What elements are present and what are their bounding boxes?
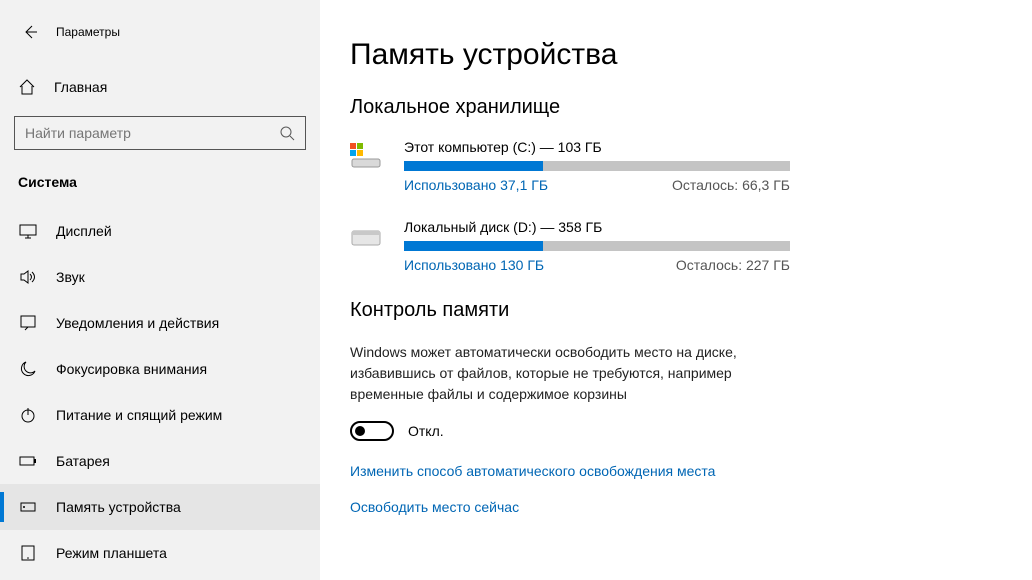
- sense-toggle-row: Откл.: [350, 421, 790, 441]
- main-content: Память устройства Локальное хранилище Эт…: [320, 0, 1032, 580]
- nav-label: Звук: [56, 269, 85, 285]
- arrow-left-icon: [22, 24, 38, 40]
- nav-label: Батарея: [56, 453, 110, 469]
- drive-c[interactable]: Этот компьютер (C:) — 103 ГБ Использован…: [350, 139, 790, 193]
- nav-label: Питание и спящий режим: [56, 407, 222, 423]
- nav-label: Фокусировка внимания: [56, 361, 207, 377]
- nav-notifications[interactable]: Уведомления и действия: [0, 300, 320, 346]
- drive-d-bar-fill: [404, 241, 543, 251]
- sense-toggle-label: Откл.: [408, 423, 444, 439]
- nav-label: Дисплей: [56, 223, 112, 239]
- home-label: Главная: [54, 79, 107, 95]
- section-heading: Система: [0, 170, 320, 208]
- sense-description: Windows может автоматически освободить м…: [350, 342, 790, 405]
- back-button[interactable]: [14, 16, 46, 48]
- nav-tablet[interactable]: Режим планшета: [0, 530, 320, 576]
- search-box[interactable]: [14, 116, 306, 150]
- drive-d-icon: [350, 219, 390, 273]
- drive-c-bar: [404, 161, 790, 171]
- search-icon: [279, 125, 295, 141]
- drive-c-icon: [350, 139, 390, 193]
- nav-sound[interactable]: Звук: [0, 254, 320, 300]
- drive-c-bar-fill: [404, 161, 543, 171]
- storage-icon: [18, 498, 38, 516]
- drive-d-free: Осталось: 227 ГБ: [676, 257, 790, 273]
- nav-power[interactable]: Питание и спящий режим: [0, 392, 320, 438]
- nav-display[interactable]: Дисплей: [0, 208, 320, 254]
- display-icon: [18, 222, 38, 240]
- nav-storage[interactable]: Память устройства: [0, 484, 320, 530]
- drive-c-used: Использовано 37,1 ГБ: [404, 177, 548, 193]
- home-icon: [18, 78, 36, 96]
- home-nav[interactable]: Главная: [0, 68, 320, 110]
- battery-icon: [18, 452, 38, 470]
- sound-icon: [18, 268, 38, 286]
- titlebar: Параметры: [0, 10, 320, 68]
- tablet-icon: [18, 544, 38, 562]
- window-title: Параметры: [56, 25, 120, 39]
- notifications-icon: [18, 314, 38, 332]
- page-title: Память устройства: [350, 38, 790, 72]
- nav-battery[interactable]: Батарея: [0, 438, 320, 484]
- sidebar: Параметры Главная Система Дисплей Звук У…: [0, 0, 320, 580]
- nav-label: Память устройства: [56, 499, 181, 515]
- link-free-now[interactable]: Освободить место сейчас: [350, 499, 790, 515]
- focus-icon: [18, 360, 38, 378]
- drive-c-title: Этот компьютер (C:) — 103 ГБ: [404, 139, 790, 155]
- drive-d-title: Локальный диск (D:) — 358 ГБ: [404, 219, 790, 235]
- search-input[interactable]: [25, 125, 269, 141]
- nav-label: Режим планшета: [56, 545, 167, 561]
- nav-focus[interactable]: Фокусировка внимания: [0, 346, 320, 392]
- sense-toggle[interactable]: [350, 421, 394, 441]
- power-icon: [18, 406, 38, 424]
- drive-d[interactable]: Локальный диск (D:) — 358 ГБ Использован…: [350, 219, 790, 273]
- link-change-auto[interactable]: Изменить способ автоматического освобожд…: [350, 463, 790, 479]
- storage-heading: Локальное хранилище: [350, 96, 790, 119]
- drive-c-free: Осталось: 66,3 ГБ: [672, 177, 790, 193]
- sense-heading: Контроль памяти: [350, 299, 790, 322]
- drive-d-bar: [404, 241, 790, 251]
- drive-d-used: Использовано 130 ГБ: [404, 257, 544, 273]
- nav-label: Уведомления и действия: [56, 315, 219, 331]
